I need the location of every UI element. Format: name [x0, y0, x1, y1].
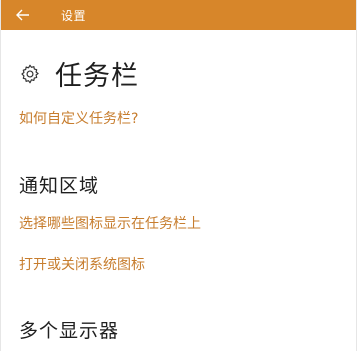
title-bar: 设置 [1, 0, 356, 30]
window-title: 设置 [61, 8, 87, 23]
customize-taskbar-link[interactable]: 如何自定义任务栏? [19, 108, 138, 128]
section-title-notification-area: 通知区域 [19, 175, 100, 197]
page-header: 任务栏 [19, 54, 139, 93]
settings-window: 设置 任务栏 如何自定义任务栏? 通知区域 选择哪些图标显示在任务栏上 打开或关… [0, 0, 357, 351]
gear-icon [19, 63, 41, 85]
section-title-multiple-displays: 多个显示器 [19, 320, 120, 342]
page-title: 任务栏 [55, 61, 139, 92]
toggle-system-icons-link[interactable]: 打开或关闭系统图标 [19, 254, 145, 274]
arrow-left-icon [16, 9, 30, 21]
select-taskbar-icons-link[interactable]: 选择哪些图标显示在任务栏上 [19, 213, 201, 233]
back-button[interactable] [1, 0, 45, 30]
